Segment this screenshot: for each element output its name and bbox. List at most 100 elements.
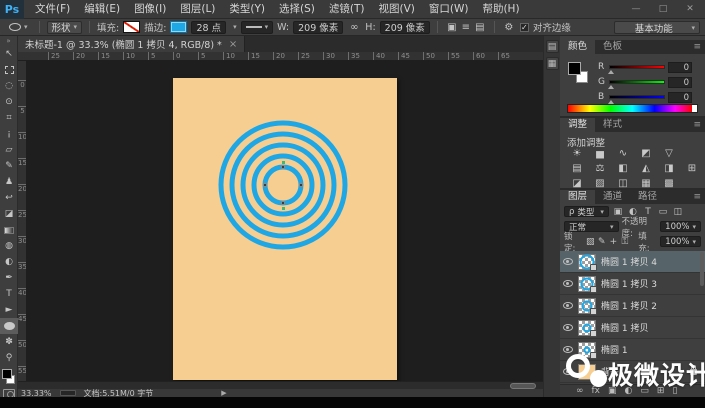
layer-row[interactable]: 椭圆 1 拷贝 4 bbox=[560, 251, 705, 273]
lock-position-icon[interactable]: + bbox=[609, 237, 618, 247]
stroke-width-dropdown-icon[interactable]: ▾ bbox=[233, 23, 237, 31]
stroke-type-select[interactable]: ▾ bbox=[241, 21, 274, 34]
invert-icon[interactable]: ◪ bbox=[570, 177, 584, 190]
quick-selection-tool[interactable]: ⊙ bbox=[0, 94, 18, 110]
align-edges-checkbox[interactable]: ✓ bbox=[520, 23, 529, 32]
layers-tab-1[interactable]: 通道 bbox=[595, 190, 630, 204]
workspace-switcher[interactable]: 基本功能▾ bbox=[614, 21, 700, 34]
maximize-button[interactable]: □ bbox=[656, 4, 670, 14]
adjustments-tab-0[interactable]: 调整 bbox=[560, 118, 595, 132]
panel-foreground-swatch[interactable] bbox=[568, 62, 581, 75]
eyedropper-tool[interactable]: ¡ bbox=[0, 126, 18, 142]
layer-row[interactable]: 椭圆 1 拷贝 3 bbox=[560, 273, 705, 295]
path-alignment-icon[interactable]: ≡ bbox=[459, 22, 473, 33]
filter-shape-layers-icon[interactable]: ▭ bbox=[657, 207, 669, 217]
photo-filter-icon[interactable]: ◭ bbox=[639, 162, 653, 175]
crop-tool[interactable]: ⌗ bbox=[0, 110, 18, 126]
menu-item-1[interactable]: 编辑(E) bbox=[77, 0, 127, 19]
canvas-viewport[interactable] bbox=[27, 61, 543, 381]
menu-item-0[interactable]: 文件(F) bbox=[28, 0, 77, 19]
color-balance-icon[interactable]: ⚖ bbox=[593, 162, 607, 175]
hand-tool[interactable]: ✽ bbox=[0, 334, 18, 350]
link-dimensions-icon[interactable]: ∞ bbox=[347, 22, 361, 33]
menu-item-4[interactable]: 类型(Y) bbox=[222, 0, 272, 19]
channel-value[interactable]: 0 bbox=[668, 62, 692, 73]
hue-saturation-icon[interactable]: ▤ bbox=[570, 162, 584, 175]
lock-image-pixels-icon[interactable]: ✎ bbox=[598, 237, 607, 247]
layer-thumbnail[interactable] bbox=[578, 364, 596, 380]
channel-slider[interactable] bbox=[609, 80, 665, 84]
layers-tab-2[interactable]: 路径 bbox=[630, 190, 665, 204]
tool-mode-select[interactable]: 形状▾ bbox=[47, 21, 83, 34]
black-white-icon[interactable]: ◧ bbox=[616, 162, 630, 175]
height-input[interactable]: 209 像素 bbox=[380, 21, 430, 34]
foreground-color-swatch[interactable] bbox=[2, 369, 12, 379]
layer-row[interactable]: 椭圆 1 拷贝 bbox=[560, 317, 705, 339]
layer-effects-icon[interactable]: fx bbox=[592, 386, 601, 396]
layer-thumbnail[interactable] bbox=[578, 254, 596, 270]
color-panel-menu-icon[interactable]: ≡ bbox=[693, 40, 701, 54]
channel-slider[interactable] bbox=[609, 95, 665, 99]
vibrance-icon[interactable]: ▽ bbox=[662, 147, 676, 160]
menu-item-7[interactable]: 视图(V) bbox=[371, 0, 421, 19]
delete-layer-icon[interactable]: ▯ bbox=[672, 386, 677, 396]
adjustments-tab-1[interactable]: 样式 bbox=[595, 118, 630, 132]
opacity-input[interactable]: 100%▾ bbox=[660, 221, 701, 232]
layers-panel-menu-icon[interactable]: ≡ bbox=[693, 190, 701, 204]
blur-tool[interactable]: ◍ bbox=[0, 238, 18, 254]
threshold-icon[interactable]: ◫ bbox=[616, 177, 630, 190]
layer-visibility-eye-icon[interactable] bbox=[563, 368, 573, 375]
minimize-button[interactable]: — bbox=[629, 4, 643, 14]
channel-mixer-icon[interactable]: ◨ bbox=[662, 162, 676, 175]
layers-scrollbar[interactable] bbox=[700, 252, 704, 286]
brightness-contrast-icon[interactable]: ☀ bbox=[570, 147, 584, 160]
slider-knob[interactable] bbox=[608, 70, 614, 74]
filter-smart-objects-icon[interactable]: ◫ bbox=[672, 207, 684, 217]
move-tool[interactable]: ↖ bbox=[0, 46, 18, 62]
curves-icon[interactable]: ∿ bbox=[616, 147, 630, 160]
stroke-width-input[interactable]: 28 点 bbox=[191, 21, 226, 34]
menu-item-8[interactable]: 窗口(W) bbox=[422, 0, 476, 19]
history-brush-tool[interactable]: ↩ bbox=[0, 190, 18, 206]
close-button[interactable]: ✕ bbox=[683, 4, 697, 14]
tool-preset-picker[interactable]: ▾ bbox=[5, 21, 32, 34]
ellipse-tool[interactable] bbox=[0, 318, 18, 334]
stroke-swatch[interactable] bbox=[170, 21, 187, 33]
eraser-tool[interactable]: ◪ bbox=[0, 206, 18, 222]
new-adjustment-layer-icon[interactable]: ◐ bbox=[625, 386, 633, 396]
lock-transparent-pixels-icon[interactable]: ▨ bbox=[586, 237, 595, 247]
layer-visibility-eye-icon[interactable] bbox=[563, 302, 573, 309]
document-tab[interactable]: 未标题-1 @ 33.3% (椭圆 1 拷贝 4, RGB/8) * × bbox=[18, 36, 245, 52]
layer-row[interactable]: 椭圆 1 bbox=[560, 339, 705, 361]
document-canvas[interactable] bbox=[173, 78, 397, 380]
layer-visibility-eye-icon[interactable] bbox=[563, 258, 573, 265]
posterize-icon[interactable]: ▨ bbox=[593, 177, 607, 190]
path-anchor-point[interactable] bbox=[263, 183, 267, 187]
new-layer-icon[interactable]: ⊞ bbox=[657, 386, 665, 396]
fill-swatch[interactable] bbox=[123, 21, 140, 33]
channel-value[interactable]: 0 bbox=[668, 77, 692, 88]
channel-slider[interactable] bbox=[609, 65, 665, 69]
gear-icon[interactable]: ⚙ bbox=[502, 22, 516, 33]
gradient-map-icon[interactable]: ▩ bbox=[662, 177, 676, 190]
selective-color-icon[interactable]: ▦ bbox=[639, 177, 653, 190]
collapsed-panel-icon-1[interactable]: ▤ bbox=[546, 40, 559, 53]
menu-item-2[interactable]: 图像(I) bbox=[127, 0, 173, 19]
add-layer-mask-icon[interactable]: ▣ bbox=[608, 386, 617, 396]
layer-filter-kind-select[interactable]: ρ类型▾ bbox=[564, 206, 609, 217]
menu-item-9[interactable]: 帮助(H) bbox=[475, 0, 526, 19]
gradient-tool[interactable] bbox=[0, 222, 18, 238]
color-lookup-icon[interactable]: ⊞ bbox=[685, 162, 699, 175]
menu-item-5[interactable]: 选择(S) bbox=[272, 0, 322, 19]
type-tool[interactable]: T bbox=[0, 286, 18, 302]
layer-thumbnail[interactable] bbox=[578, 298, 596, 314]
collapsed-panel-icon-2[interactable]: ▦ bbox=[546, 57, 559, 70]
healing-brush-tool[interactable]: ▱ bbox=[0, 142, 18, 158]
path-arrange-icon[interactable]: ▤ bbox=[473, 22, 487, 33]
clone-stamp-tool[interactable]: ♟ bbox=[0, 174, 18, 190]
lock-all-icon[interactable]: ⚿ bbox=[621, 237, 630, 247]
menu-item-3[interactable]: 图层(L) bbox=[173, 0, 222, 19]
layer-visibility-eye-icon[interactable] bbox=[563, 324, 573, 331]
toolbar-collapse-icon[interactable]: » bbox=[0, 36, 17, 46]
color-tab-0[interactable]: 颜色 bbox=[560, 40, 595, 54]
